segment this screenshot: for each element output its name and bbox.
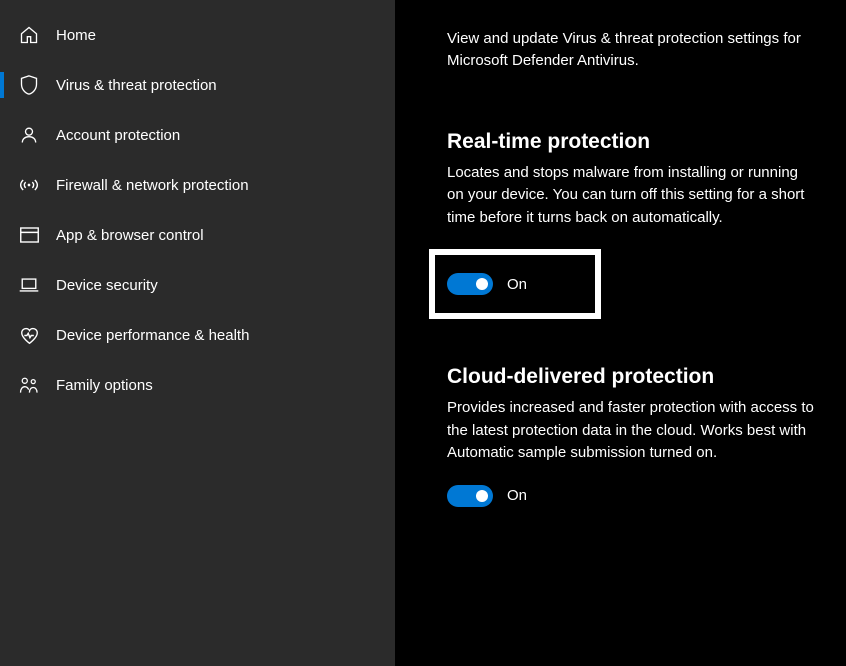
sidebar-item-label: Firewall & network protection: [56, 177, 249, 194]
sidebar-item-label: App & browser control: [56, 227, 204, 244]
real-time-protection-toggle[interactable]: [447, 273, 493, 295]
section-description: Provides increased and faster protection…: [447, 397, 816, 465]
sidebar-item-label: Device performance & health: [56, 327, 249, 344]
main-content: View and update Virus & threat protectio…: [395, 0, 846, 666]
sidebar: Home Virus & threat protection Account p…: [0, 0, 395, 666]
toggle-row-highlighted: On: [429, 249, 601, 319]
toggle-knob: [476, 490, 488, 502]
toggle-knob: [476, 278, 488, 290]
shield-icon: [18, 74, 40, 96]
section-real-time-protection: Real-time protection Locates and stops m…: [447, 130, 816, 320]
sidebar-item-family-options[interactable]: Family options: [0, 360, 395, 410]
sidebar-item-label: Virus & threat protection: [56, 77, 217, 94]
laptop-icon: [18, 274, 40, 296]
window-icon: [18, 224, 40, 246]
section-title: Real-time protection: [447, 130, 816, 154]
sidebar-item-firewall-network-protection[interactable]: Firewall & network protection: [0, 160, 395, 210]
sidebar-item-account-protection[interactable]: Account protection: [0, 110, 395, 160]
family-icon: [18, 374, 40, 396]
person-icon: [18, 124, 40, 146]
sidebar-item-app-browser-control[interactable]: App & browser control: [0, 210, 395, 260]
intro-text: View and update Virus & threat protectio…: [447, 28, 816, 72]
toggle-state-label: On: [507, 487, 527, 504]
sidebar-item-virus-threat-protection[interactable]: Virus & threat protection: [0, 60, 395, 110]
sidebar-item-home[interactable]: Home: [0, 10, 395, 60]
home-icon: [18, 24, 40, 46]
sidebar-item-device-performance-health[interactable]: Device performance & health: [0, 310, 395, 360]
section-cloud-delivered-protection: Cloud-delivered protection Provides incr…: [447, 365, 816, 507]
section-description: Locates and stops malware from installin…: [447, 162, 816, 230]
toggle-row: On: [447, 485, 816, 507]
antenna-icon: [18, 174, 40, 196]
sidebar-item-label: Account protection: [56, 127, 180, 144]
heart-icon: [18, 324, 40, 346]
sidebar-item-device-security[interactable]: Device security: [0, 260, 395, 310]
cloud-delivered-protection-toggle[interactable]: [447, 485, 493, 507]
section-title: Cloud-delivered protection: [447, 365, 816, 389]
sidebar-item-label: Family options: [56, 377, 153, 394]
sidebar-item-label: Home: [56, 27, 96, 44]
toggle-state-label: On: [507, 276, 527, 293]
sidebar-item-label: Device security: [56, 277, 158, 294]
